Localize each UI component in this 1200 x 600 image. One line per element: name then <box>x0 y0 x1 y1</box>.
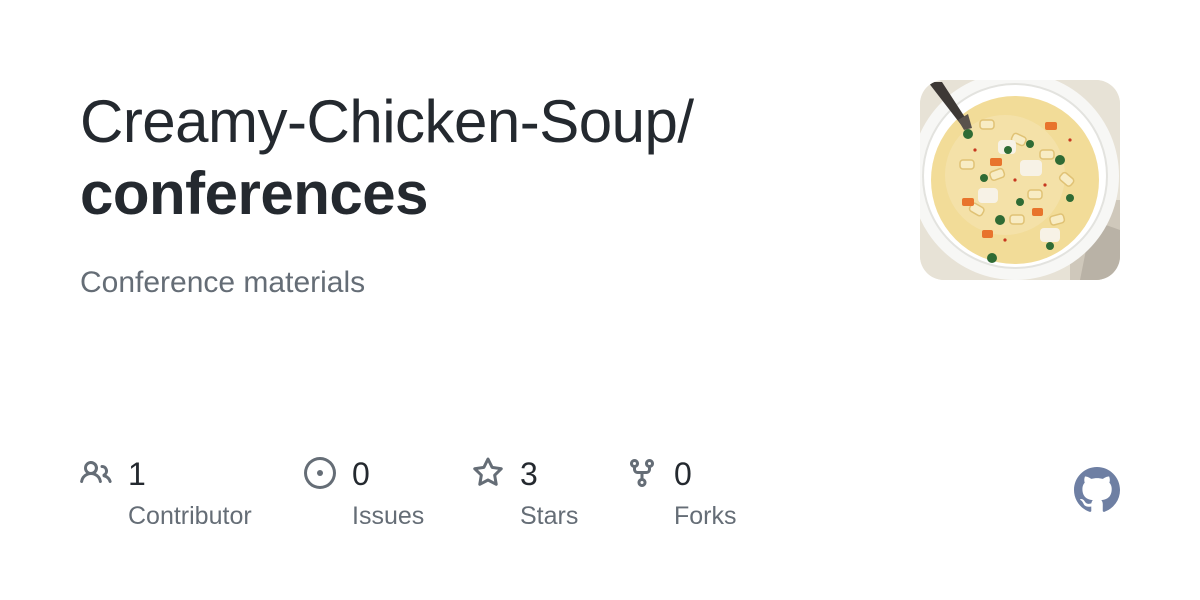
issues-label: Issues <box>352 502 425 530</box>
repo-name[interactable]: conferences <box>80 158 880 230</box>
stars-label: Stars <box>520 502 579 530</box>
social-preview-card: Creamy-Chicken-Soup/ conferences Confere… <box>0 0 1200 600</box>
repo-owner[interactable]: Creamy-Chicken-Soup/ <box>80 86 880 158</box>
repo-description: Conference materials <box>80 266 366 299</box>
people-icon <box>80 460 112 484</box>
contributors-label: Contributor <box>128 502 252 530</box>
issues-count: 0 <box>352 456 370 492</box>
forks-count: 0 <box>674 456 692 492</box>
owner-avatar[interactable] <box>920 80 1120 280</box>
contributors-count: 1 <box>128 456 146 492</box>
star-icon <box>473 457 503 486</box>
issue-opened-icon <box>304 457 336 489</box>
repo-forked-icon <box>630 459 654 488</box>
github-mark-icon[interactable] <box>1074 467 1120 513</box>
forks-label: Forks <box>674 502 737 530</box>
repo-title: Creamy-Chicken-Soup/ conferences <box>80 86 880 230</box>
soup-bowl-image <box>920 80 1120 280</box>
stars-count: 3 <box>520 456 538 492</box>
